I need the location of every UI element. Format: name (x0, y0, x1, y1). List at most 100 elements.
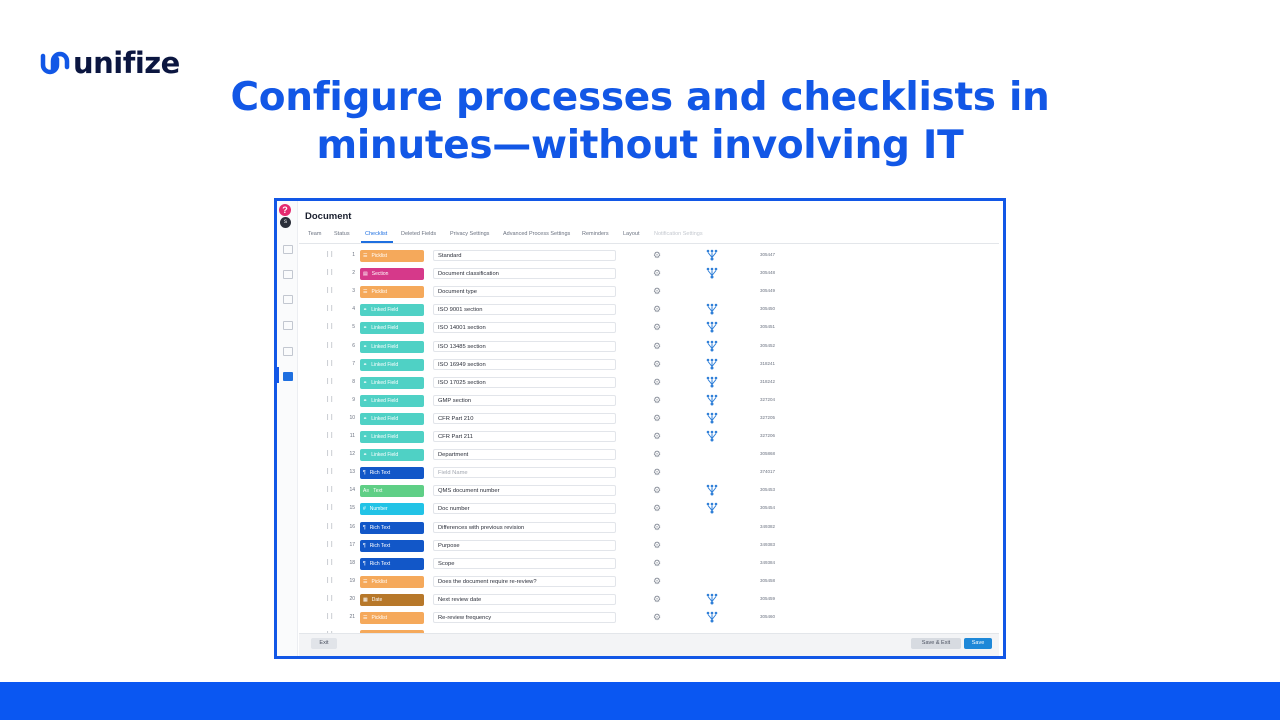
field-type-badge[interactable]: ¶ Rich Text (360, 467, 424, 480)
checklist-row[interactable]: ⠇⠇ 3 ☰ Picklist Document type ⚙ 305449 (299, 283, 999, 301)
drag-handle-icon[interactable]: ⠇⠇ (326, 577, 335, 585)
gear-icon[interactable]: ⚙ (653, 413, 661, 424)
drag-handle-icon[interactable]: ⠇⠇ (326, 396, 335, 404)
dependency-tree-icon[interactable] (706, 394, 718, 406)
field-type-badge[interactable]: ⚭ Linked Field (360, 412, 424, 425)
exit-button[interactable]: Exit (311, 638, 337, 649)
checklist-row[interactable]: ⠇⠇ 4 ⚭ Linked Field ISO 9001 section ⚙ 305450 (299, 301, 999, 319)
field-type-badge[interactable]: ☰Picklist (360, 612, 424, 624)
field-name-input[interactable]: ISO 14001 section (433, 322, 616, 334)
tab-layout[interactable]: Layout (623, 231, 640, 237)
help-icon[interactable]: ? (279, 204, 291, 216)
checklist-row[interactable]: ⠇⠇ 12 ⚭ Linked Field Department ⚙ 305868 (299, 446, 999, 464)
checklist-row[interactable]: ⠇⠇ 7 ⚭ Linked Field ISO 16949 section ⚙ 318241 (299, 356, 999, 374)
dependency-tree-icon[interactable] (706, 412, 718, 424)
drag-handle-icon[interactable]: ⠇⠇ (326, 432, 335, 440)
dependency-tree-icon[interactable] (706, 249, 718, 261)
tab-advanced-process-settings[interactable]: Advanced Process Settings (503, 231, 570, 237)
dependency-tree-icon[interactable] (706, 303, 718, 315)
field-name-input[interactable]: Scope (433, 557, 616, 569)
gear-icon[interactable]: ⚙ (653, 322, 661, 333)
drag-handle-icon[interactable]: ⠇⠇ (326, 269, 335, 277)
gear-icon[interactable]: ⚙ (653, 286, 661, 297)
gear-icon[interactable]: ⚙ (653, 377, 661, 388)
gear-icon[interactable]: ⚙ (653, 304, 661, 315)
dependency-tree-icon[interactable] (706, 484, 718, 496)
drag-handle-icon[interactable]: ⠇⠇ (326, 613, 335, 621)
field-type-badge[interactable]: # Number (360, 503, 424, 516)
dependency-tree-icon[interactable] (706, 340, 718, 352)
drag-handle-icon[interactable]: ⠇⠇ (326, 414, 335, 422)
list-icon[interactable] (283, 295, 293, 304)
tab-checklist[interactable]: Checklist (365, 231, 387, 237)
user-avatar[interactable]: s (280, 217, 291, 228)
dependency-tree-icon[interactable] (706, 376, 718, 388)
field-name-input[interactable]: Next review date (433, 593, 616, 605)
field-type-badge[interactable]: ▤ Section (360, 268, 424, 281)
gear-icon[interactable]: ⚙ (653, 395, 661, 406)
tab-deleted-fields[interactable]: Deleted Fields (401, 231, 436, 237)
drag-handle-icon[interactable]: ⠇⠇ (326, 486, 335, 494)
checklist-row[interactable]: ⠇⠇ 8 ⚭ Linked Field ISO 17025 section ⚙ 318242 (299, 374, 999, 392)
checklist-row[interactable]: ⠇⠇ 20 ▦ Date Next review date ⚙ 305459 (299, 591, 999, 609)
field-type-badge[interactable]: ¶ Rich Text (360, 557, 424, 570)
drag-handle-icon[interactable]: ⠇⠇ (326, 360, 335, 368)
field-name-input[interactable]: ISO 13485 section (433, 340, 616, 352)
gear-icon[interactable]: ⚙ (653, 558, 661, 569)
field-name-input[interactable]: Re-review frequency (433, 612, 616, 623)
drag-handle-icon[interactable]: ⠇⠇ (326, 504, 335, 512)
doc-icon[interactable] (283, 321, 293, 330)
field-name-input[interactable]: ISO 17025 section (433, 376, 616, 388)
field-name-input[interactable]: Standard (433, 250, 616, 261)
gear-icon[interactable]: ⚙ (653, 485, 661, 496)
field-name-input[interactable]: ISO 9001 section (433, 304, 616, 316)
field-type-badge[interactable]: ▦ Date (360, 593, 424, 606)
field-name-input[interactable]: Department (433, 449, 616, 461)
field-type-badge[interactable]: A≡ Text (360, 485, 424, 498)
drag-handle-icon[interactable]: ⠇⠇ (326, 305, 335, 313)
field-name-input[interactable]: Field Name (433, 467, 616, 479)
field-type-badge[interactable]: ⚭ Linked Field (360, 449, 424, 462)
checklist-row[interactable]: ⠇⠇ 5 ⚭ Linked Field ISO 14001 section ⚙ 305451 (299, 319, 999, 337)
drag-handle-icon[interactable]: ⠇⠇ (326, 468, 335, 476)
field-name-input[interactable]: Doc number (433, 503, 616, 515)
dependency-tree-icon[interactable] (706, 430, 718, 442)
field-type-badge[interactable]: ☰Picklist (360, 250, 424, 262)
field-name-input[interactable]: Purpose (433, 539, 616, 551)
dependency-tree-icon[interactable] (706, 267, 718, 279)
save-and-exit-button[interactable]: Save & Exit (911, 638, 961, 649)
drag-handle-icon[interactable]: ⠇⠇ (326, 523, 335, 531)
gear-icon[interactable]: ⚙ (653, 612, 661, 623)
dependency-tree-icon[interactable] (706, 321, 718, 333)
tab-reminders[interactable]: Reminders (582, 231, 609, 237)
gear-icon[interactable]: ⚙ (653, 594, 661, 605)
drag-handle-icon[interactable]: ⠇⠇ (326, 378, 335, 386)
field-type-badge[interactable]: ☰Picklist (360, 286, 424, 299)
drag-handle-icon[interactable]: ⠇⠇ (326, 559, 335, 567)
gear-icon[interactable]: ⚙ (653, 449, 661, 460)
field-name-input[interactable]: Differences with previous revision (433, 521, 616, 533)
field-name-input[interactable]: CFR Part 210 (433, 412, 616, 424)
save-button[interactable]: Save (964, 638, 992, 649)
checklist-row[interactable]: ⠇⠇ 2 ▤ Section Document classification ⚙ 30544… (299, 265, 999, 283)
gear-icon[interactable]: ⚙ (653, 522, 661, 533)
gear-icon[interactable]: ⚙ (653, 431, 661, 442)
grid-icon[interactable] (283, 347, 293, 356)
field-type-badge[interactable]: ⚭ Linked Field (360, 431, 424, 443)
field-type-badge[interactable]: ⚭ Linked Field (360, 322, 424, 335)
field-type-badge[interactable]: ⚭ Linked Field (360, 340, 424, 353)
field-type-badge[interactable]: ⚭ Linked Field (360, 304, 424, 317)
gear-icon[interactable]: ⚙ (653, 359, 661, 370)
gear-icon[interactable]: ⚙ (653, 268, 661, 279)
drag-handle-icon[interactable]: ⠇⠇ (326, 450, 335, 458)
field-type-badge[interactable]: ¶ Rich Text (360, 539, 424, 552)
drag-handle-icon[interactable]: ⠇⠇ (326, 541, 335, 549)
dependency-tree-icon[interactable] (706, 611, 718, 623)
checklist-row[interactable]: ⠇⠇ 21 ☰ Picklist Re-review frequency ⚙ 305460 (299, 609, 999, 627)
checklist-row[interactable]: ⠇⠇ 14 A≡ Text QMS document number ⚙ 305453 (299, 482, 999, 500)
field-type-badge[interactable]: ☰Picklist (360, 575, 424, 588)
checklist-row[interactable]: ⠇⠇ 1 ☰ Picklist Standard ⚙ 305447 (299, 247, 999, 265)
drag-handle-icon[interactable]: ⠇⠇ (326, 287, 335, 295)
gear-icon[interactable]: ⚙ (653, 467, 661, 478)
tab-privacy-settings[interactable]: Privacy Settings (450, 231, 489, 237)
